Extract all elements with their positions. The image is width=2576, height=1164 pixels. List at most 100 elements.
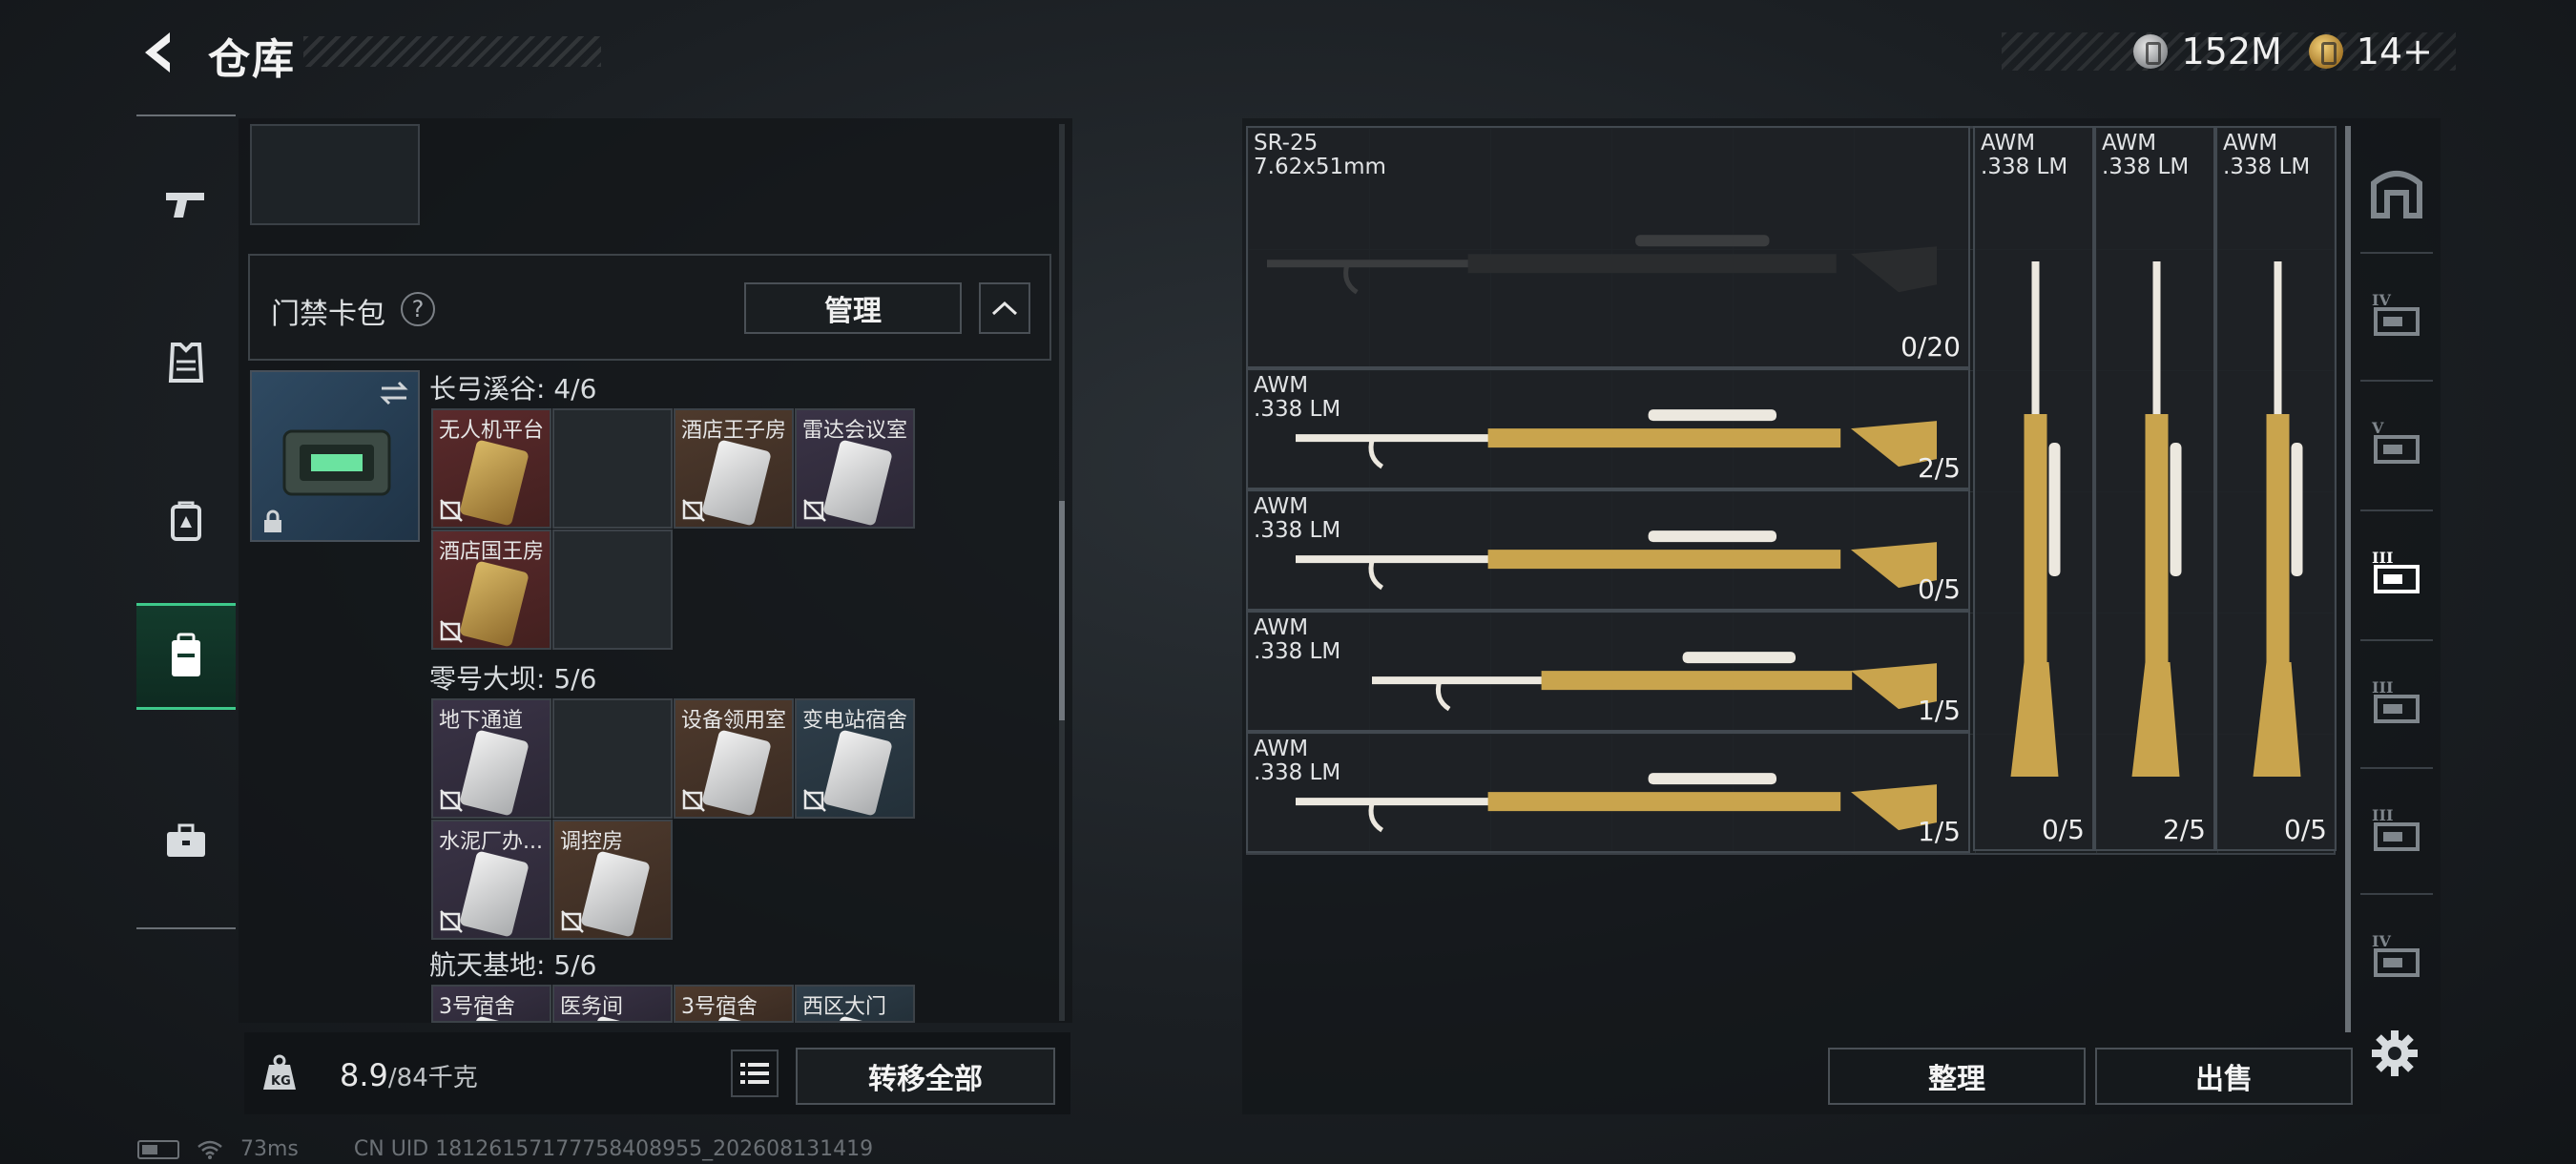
right-nav-tier-iv-folder[interactable]: IV (2357, 918, 2437, 998)
inventory-scroll-thumb[interactable] (1059, 501, 1065, 720)
keycard-slot[interactable]: 水泥厂办... (431, 820, 551, 940)
weapon-name: AWM .338 LM (1254, 495, 1340, 543)
empty-keycard-slot[interactable] (552, 698, 673, 819)
no-trade-icon (682, 789, 705, 812)
left-category-nav (136, 114, 236, 929)
keycard-label: 设备领用室 (681, 709, 787, 733)
keycard-icon (822, 729, 893, 817)
back-arrow-icon[interactable] (134, 27, 185, 78)
no-trade-icon (682, 499, 705, 522)
manage-button[interactable]: 管理 (744, 282, 962, 334)
keycard-slot[interactable]: 变电站宿舍 (795, 698, 915, 819)
right-nav-tier-v-container[interactable]: V (2357, 405, 2437, 485)
weapon-caliber: .338 LM (1254, 518, 1341, 543)
swap-icon (380, 381, 408, 405)
nav-armor[interactable] (136, 313, 236, 412)
weapon-model: SR-25 (1254, 131, 1319, 156)
keycard-case-icon (282, 429, 391, 496)
no-trade-icon (803, 789, 826, 812)
title-decoration (303, 36, 601, 67)
weapon-slot-awm[interactable]: AWM .338 LM 2/5 (2094, 126, 2215, 851)
keycard-slot[interactable]: 西区大门 (795, 985, 915, 1023)
weapon-model: AWM (2102, 131, 2157, 156)
keycard-slot[interactable]: 医务间 (552, 985, 673, 1023)
sniper-rifle-gold-icon (1296, 773, 1937, 833)
right-nav-tier-iii-gun-alt[interactable]: III (2357, 792, 2437, 872)
weapon-name: AWM .338 LM (2223, 132, 2310, 179)
keycard-slot[interactable]: 地下通道 (431, 698, 551, 819)
list-view-button[interactable] (731, 1050, 779, 1097)
settings-gear-icon[interactable] (2368, 1027, 2421, 1080)
sniper-rifle-gold-icon (1296, 409, 1937, 469)
weapon-caliber: .338 LM (1254, 639, 1341, 664)
no-trade-icon (440, 789, 463, 812)
keycard-slot[interactable]: 调控房 (552, 820, 673, 940)
weapon-slot-awm[interactable]: AWM .338 LM 1/5 (1246, 732, 1970, 853)
keycard-slot[interactable]: 雷达会议室 (795, 408, 915, 529)
tier-iv-container-icon: IV (2372, 291, 2420, 336)
ammo-count: 0/20 (1901, 331, 1961, 363)
no-trade-icon (440, 910, 463, 933)
card-pack-title: 门禁卡包 (271, 298, 385, 331)
tidy-button[interactable]: 整理 (1828, 1048, 2086, 1105)
ammo-count: 1/5 (1917, 816, 1961, 847)
keycard-label: 3号宿舍 (681, 995, 758, 1019)
weapon-caliber: .338 LM (1981, 155, 2068, 179)
zone-label: 长弓溪谷: 4/6 (429, 373, 597, 405)
right-nav-tier-iv-container[interactable]: IV (2357, 277, 2437, 357)
weapon-slot-sr-25[interactable]: SR-25 7.62x51mm 0/20 (1246, 126, 1970, 368)
safe-box-icon (2371, 171, 2422, 218)
keycard-slot[interactable]: 无人机平台 (431, 408, 551, 529)
weapon-slot-awm[interactable]: AWM .338 LM 1/5 (1246, 611, 1970, 732)
nav-briefcase[interactable] (136, 792, 236, 891)
weapon-model: AWM (1254, 737, 1309, 761)
chevron-up-icon (991, 301, 1018, 316)
no-trade-icon (440, 499, 463, 522)
weight-readout: 8.9/84千克 (340, 1057, 478, 1093)
keycard-slot[interactable]: 3号宿舍 (431, 985, 551, 1023)
keycard-label: 地下通道 (439, 709, 524, 733)
right-nav-tier-iii-gun[interactable]: III (2357, 664, 2437, 744)
tier-label: V (2371, 419, 2384, 437)
keycard-slot[interactable]: 3号宿舍 (674, 985, 794, 1023)
wifi-icon (197, 1140, 222, 1159)
lock-icon (264, 509, 281, 532)
keycard-slot[interactable]: 设备领用室 (674, 698, 794, 819)
nav-card-pack[interactable] (136, 603, 236, 710)
weapon-slot-awm[interactable]: AWM .338 LM 0/5 (1973, 126, 2094, 851)
collapse-button[interactable] (979, 282, 1030, 334)
weapon-name: SR-25 7.62x51mm (1254, 132, 1386, 179)
partial-item-slot[interactable] (250, 124, 420, 225)
stash-scrollbar[interactable] (2345, 126, 2351, 1032)
tier-iii-gun-alt-icon: III (2372, 806, 2420, 851)
weapon-slot-awm[interactable]: AWM .338 LM 0/5 (2215, 126, 2337, 851)
weapon-slot-awm[interactable]: AWM .338 LM 0/5 (1246, 489, 1970, 611)
keycard-icon (459, 560, 530, 648)
keycard-slot[interactable]: 酒店国王房 (431, 530, 551, 650)
sniper-rifle-gold-icon (2131, 261, 2182, 777)
help-icon[interactable]: ? (401, 292, 435, 326)
empty-keycard-slot[interactable] (552, 408, 673, 529)
card-pack-item[interactable] (250, 370, 420, 542)
nav-pistol[interactable] (136, 155, 236, 254)
right-nav-safe-box[interactable] (2357, 153, 2437, 233)
right-nav-divider (2360, 252, 2433, 254)
keycard-slot[interactable]: 酒店王子房 (674, 408, 794, 529)
currency-bar: 152M 14+ (2002, 31, 2456, 73)
right-nav-divider (2360, 380, 2433, 382)
ping-text: 73ms (240, 1137, 299, 1161)
empty-keycard-slot[interactable] (552, 530, 673, 650)
right-nav-tier-iii-rifle[interactable]: III (2357, 534, 2437, 614)
weapon-slot-awm[interactable]: AWM .338 LM 2/5 (1246, 368, 1970, 489)
keycard-label: 西区大门 (802, 995, 887, 1019)
keycard-icon (701, 439, 772, 527)
card-pack-icon (172, 633, 200, 676)
list-icon (740, 1063, 769, 1084)
transfer-all-button[interactable]: 转移全部 (796, 1048, 1055, 1105)
zone-label: 零号大坝: 5/6 (429, 663, 597, 695)
tier-label: IV (2372, 932, 2391, 950)
nav-backpack[interactable] (136, 471, 236, 571)
tier-label: IV (2372, 291, 2391, 309)
right-nav-divider (2360, 639, 2433, 641)
sell-button[interactable]: 出售 (2095, 1048, 2353, 1105)
